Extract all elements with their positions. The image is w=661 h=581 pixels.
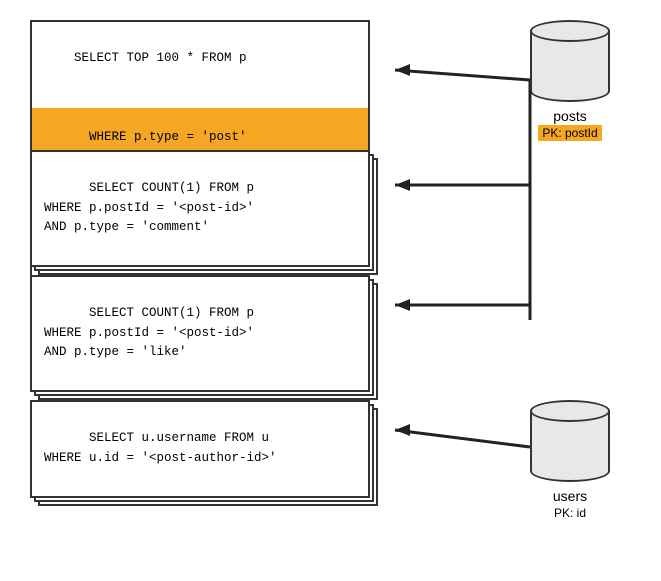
posts-database: posts PK: postId (530, 20, 610, 140)
query-box-2: SELECT COUNT(1) FROM pWHERE p.postId = '… (30, 150, 370, 267)
users-cylinder-body (530, 400, 610, 482)
users-label: users (553, 488, 587, 504)
posts-cylinder-top (530, 20, 610, 42)
posts-label: posts (553, 108, 586, 124)
diagram-container: SELECT TOP 100 * FROM p WHERE p.type = '… (0, 0, 661, 581)
query-box-3: SELECT COUNT(1) FROM pWHERE p.postId = '… (30, 275, 370, 392)
q1-line1: SELECT TOP 100 * FROM p (74, 51, 247, 65)
query-box-4: SELECT u.username FROM uWHERE u.id = '<p… (30, 400, 370, 498)
users-pk: PK: id (554, 506, 586, 520)
query-stack-4: SELECT u.username FROM uWHERE u.id = '<p… (30, 400, 370, 498)
posts-pk: PK: postId (538, 126, 601, 140)
posts-cylinder-body (530, 20, 610, 102)
users-database: users PK: id (530, 400, 610, 520)
users-cylinder-top (530, 400, 610, 422)
query-stack-2: SELECT COUNT(1) FROM pWHERE p.postId = '… (30, 150, 370, 267)
query-stack-3: SELECT COUNT(1) FROM pWHERE p.postId = '… (30, 275, 370, 392)
